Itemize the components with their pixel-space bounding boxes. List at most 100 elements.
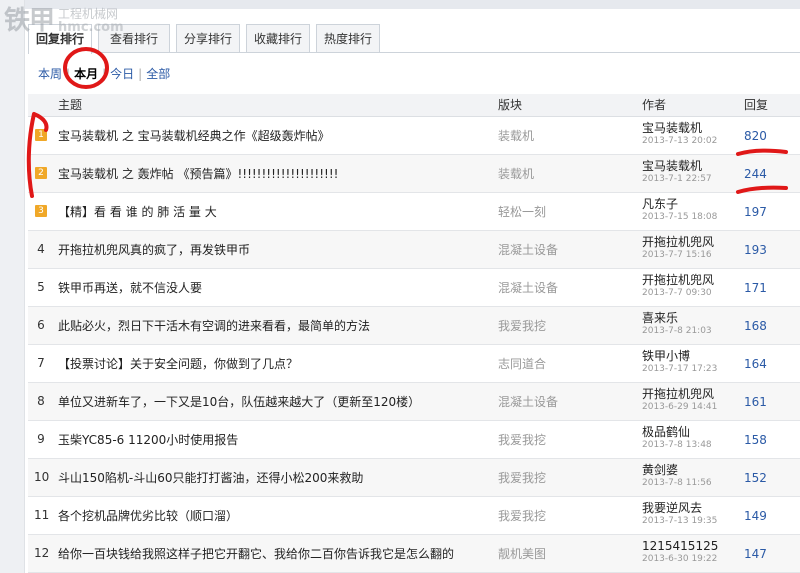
filter-separator: | (66, 67, 71, 81)
thread-title-link[interactable]: 铁甲币再送，就不信没人要 (58, 280, 498, 296)
rank-number: 9 (37, 432, 45, 446)
filter-this-week[interactable]: 本周 (38, 66, 62, 82)
thread-title-link[interactable]: 宝马装载机 之 轰炸帖 《预告篇》!!!!!!!!!!!!!!!!!!!!! (58, 166, 498, 182)
rank-number: 3 (35, 205, 47, 217)
thread-title-link[interactable]: 此贴必火，烈日下干活木有空调的进来看看，最简单的方法 (58, 318, 498, 334)
reply-count-link[interactable]: 820 (744, 128, 767, 144)
thread-title-link[interactable]: 玉柴YC85-6 11200小时使用报告 (58, 432, 498, 448)
tab-hot-ranking[interactable]: 热度排行 (316, 24, 380, 52)
thread-title-link[interactable]: 开拖拉机兜风真的疯了，再发铁甲币 (58, 242, 498, 258)
table-row: 2 宝马装载机 之 轰炸帖 《预告篇》!!!!!!!!!!!!!!!!!!!!! 装… (28, 155, 800, 193)
author-link[interactable]: 1215415125 (642, 539, 718, 553)
thread-title-link[interactable]: 给你一百块钱给我照这样子把它开翻它、我给你二百你告诉我它是怎么翻的 (58, 546, 498, 562)
table-row: 4 开拖拉机兜风真的疯了，再发铁甲币 混凝土设备 开拖拉机兜风 2013-7-7 15:… (28, 231, 800, 269)
rank-number: 1 (35, 129, 47, 141)
ranking-tabs: 回复排行 查看排行 分享排行 收藏排行 热度排行 (28, 22, 800, 54)
thread-title-link[interactable]: 【精】看 看 谁 的 肺 活 量 大 (58, 204, 498, 220)
author-link[interactable]: 黄剑婆 (642, 463, 712, 477)
author-cell: 宝马装载机 2013-7-1 22:57 (642, 159, 712, 185)
post-date: 2013-7-13 19:35 (642, 516, 718, 526)
author-cell: 开拖拉机兜风 2013-7-7 15:16 (642, 235, 714, 261)
reply-count-link[interactable]: 244 (744, 166, 767, 182)
filter-today[interactable]: 今日 (110, 66, 134, 82)
filter-all[interactable]: 全部 (146, 66, 170, 82)
author-link[interactable]: 开拖拉机兜风 (642, 235, 714, 249)
author-link[interactable]: 喜来乐 (642, 311, 712, 325)
reply-count-link[interactable]: 152 (744, 470, 767, 486)
thread-title-link[interactable]: 斗山150陷机-斗山60只能打打酱油，还得小松200来救助 (58, 470, 498, 486)
author-link[interactable]: 宝马装载机 (642, 121, 717, 135)
forum-link[interactable]: 混凝土设备 (498, 242, 558, 258)
forum-link[interactable]: 我爱我挖 (498, 508, 546, 524)
rank-number: 7 (37, 356, 45, 370)
thread-title-link[interactable]: 【投票讨论】关于安全问题，你做到了几点？ (58, 356, 498, 372)
reply-count-link[interactable]: 147 (744, 546, 767, 562)
table-row: 11 各个挖机品牌优劣比较（顺口溜） 我爱我挖 我要逆风去 2013-7-13 19:3… (28, 497, 800, 535)
author-cell: 1215415125 2013-6-30 19:22 (642, 539, 718, 565)
forum-link[interactable]: 我爱我挖 (498, 318, 546, 334)
thread-title-link[interactable]: 宝马装载机 之 宝马装载机经典之作《超级轰炸帖》 (58, 128, 498, 144)
forum-link[interactable]: 装载机 (498, 166, 534, 182)
watermark-url: hmc.com (58, 20, 124, 35)
table-row: 7 【投票讨论】关于安全问题，你做到了几点？ 志同道合 铁甲小博 2013-7-17 1… (28, 345, 800, 383)
rank-number: 11 (34, 508, 50, 522)
author-link[interactable]: 开拖拉机兜风 (642, 273, 714, 287)
reply-count-link[interactable]: 149 (744, 508, 767, 524)
post-date: 2013-7-7 09:30 (642, 288, 712, 298)
author-link[interactable]: 极品鹤仙 (642, 425, 712, 439)
author-link[interactable]: 开拖拉机兜风 (642, 387, 717, 401)
forum-link[interactable]: 混凝土设备 (498, 394, 558, 410)
author-link[interactable]: 我要逆风去 (642, 501, 717, 515)
watermark-logo: 铁甲 工程机械网 hmc.com (4, 6, 124, 40)
forum-link[interactable]: 轻松一刻 (498, 204, 546, 220)
author-link[interactable]: 铁甲小博 (642, 349, 717, 363)
rank-number: 4 (37, 242, 45, 256)
tab-favorite-ranking[interactable]: 收藏排行 (246, 24, 310, 52)
reply-count-link[interactable]: 161 (744, 394, 767, 410)
forum-link[interactable]: 装载机 (498, 128, 534, 144)
forum-link[interactable]: 我爱我挖 (498, 470, 546, 486)
header-title: 主题 (58, 98, 83, 112)
author-cell: 我要逆风去 2013-7-13 19:35 (642, 501, 717, 527)
period-filter: 本周 | 本月 | 今日 | 全部 (38, 66, 170, 82)
table-row: 8 单位又进新车了，一下又是10台，队伍越来越大了（更新至120楼） 混凝土设备 开拖… (28, 383, 800, 421)
thread-title-link[interactable]: 各个挖机品牌优劣比较（顺口溜） (58, 508, 498, 524)
forum-link[interactable]: 我爱我挖 (498, 432, 546, 448)
table-row: 1 宝马装载机 之 宝马装载机经典之作《超级轰炸帖》 装载机 宝马装载机 2013-7-… (28, 117, 800, 155)
reply-count-link[interactable]: 158 (744, 432, 767, 448)
rank-number: 5 (37, 280, 45, 294)
forum-link[interactable]: 靓机美图 (498, 546, 546, 562)
tab-share-ranking[interactable]: 分享排行 (176, 24, 240, 52)
post-date: 2013-6-30 19:22 (642, 554, 718, 564)
rank-number: 2 (35, 167, 47, 179)
post-date: 2013-7-15 18:08 (642, 212, 718, 222)
table-row: 6 此贴必火，烈日下干活木有空调的进来看看，最简单的方法 我爱我挖 喜来乐 2013-7… (28, 307, 800, 345)
table-row: 12 给你一百块钱给我照这样子把它开翻它、我给你二百你告诉我它是怎么翻的 靓机美图 1… (28, 535, 800, 573)
reply-count-link[interactable]: 171 (744, 280, 767, 296)
watermark-brand: 铁甲 (4, 6, 55, 36)
post-date: 2013-7-17 17:23 (642, 364, 718, 374)
forum-link[interactable]: 混凝土设备 (498, 280, 558, 296)
filter-this-month[interactable]: 本月 (74, 66, 98, 82)
forum-link[interactable]: 志同道合 (498, 356, 546, 372)
post-date: 2013-7-7 15:16 (642, 250, 712, 260)
author-cell: 极品鹤仙 2013-7-8 13:48 (642, 425, 712, 451)
header-replies: 回复 (744, 98, 769, 112)
author-cell: 宝马装载机 2013-7-13 20:02 (642, 121, 717, 147)
reply-count-link[interactable]: 168 (744, 318, 767, 334)
filter-separator: | (138, 67, 143, 81)
reply-count-link[interactable]: 164 (744, 356, 767, 372)
rank-number: 12 (34, 546, 50, 560)
author-cell: 开拖拉机兜风 2013-6-29 14:41 (642, 387, 717, 413)
table-row: 9 玉柴YC85-6 11200小时使用报告 我爱我挖 极品鹤仙 2013-7-8 13… (28, 421, 800, 459)
post-date: 2013-6-29 14:41 (642, 402, 718, 412)
reply-count-link[interactable]: 197 (744, 204, 767, 220)
table-row: 3 【精】看 看 谁 的 肺 活 量 大轻松一刻 凡东子 2013-7-15 18:0… (28, 193, 800, 231)
author-cell: 凡东子 2013-7-15 18:08 (642, 197, 717, 223)
author-link[interactable]: 凡东子 (642, 197, 717, 211)
reply-count-link[interactable]: 193 (744, 242, 767, 258)
header-forum: 版块 (498, 98, 523, 112)
author-link[interactable]: 宝马装载机 (642, 159, 712, 173)
thread-title-link[interactable]: 单位又进新车了，一下又是10台，队伍越来越大了（更新至120楼） (58, 394, 498, 410)
header-author: 作者 (642, 98, 667, 112)
